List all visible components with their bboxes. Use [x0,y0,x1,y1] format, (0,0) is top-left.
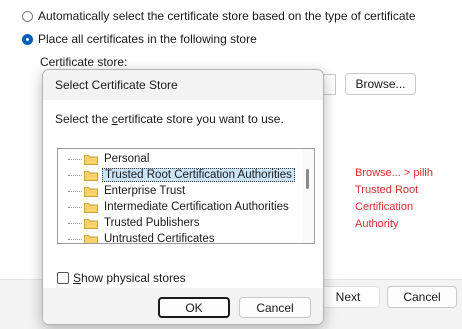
browse-button[interactable]: Browse... [345,73,416,95]
dialog-title: Select Certificate Store [55,78,178,92]
prompt-text-end: ertificate store you want to use. [117,112,284,126]
tree-connector [68,199,84,215]
folder-icon [84,170,98,181]
tree-item-enterprise-trust[interactable]: Enterprise Trust [58,183,308,199]
folder-icon [84,218,98,229]
place-all-option[interactable]: Place all certificates in the following … [22,31,257,47]
ok-button[interactable]: OK [158,297,230,318]
tree-item-label: Trusted Root Certification Authorities [102,168,295,182]
scrollbar-thumb[interactable] [306,169,309,189]
folder-icon [84,234,98,243]
tree-connector [68,183,84,199]
tree-item-label: Untrusted Certificates [104,233,215,244]
tree-connector [68,167,84,183]
place-all-radio[interactable] [22,33,33,45]
select-certificate-store-dialog: Select Certificate Store Select the cert… [42,69,324,325]
tree-connector [68,231,84,243]
place-all-label: Place all certificates in the following … [38,32,257,46]
tree-item-label: Personal [104,153,150,165]
tree-item-untrusted[interactable]: Untrusted Certificates [58,231,308,244]
tree-item-personal[interactable]: Personal [58,151,308,167]
annotation-note: Browse... > pilih Trusted Root Certifica… [355,167,433,230]
prompt-text-start: Select the [55,112,112,126]
dialog-cancel-button[interactable]: Cancel [239,297,311,318]
folder-icon [84,186,98,197]
tree-connector [68,215,84,231]
auto-select-option[interactable]: Automatically select the certificate sto… [22,8,416,24]
tree-item-trusted-root[interactable]: Trusted Root Certification Authorities [58,167,308,183]
checkbox-label: how physical stores [81,271,186,285]
tree-item-label: Intermediate Certification Authorities [104,201,289,213]
tree-item-intermediate[interactable]: Intermediate Certification Authorities [58,199,308,215]
certificate-store-tree[interactable]: Personal Trusted Root Certification Auth… [57,148,315,244]
dialog-titlebar[interactable]: Select Certificate Store [43,70,323,100]
certificate-store-label: Certificate store: [40,55,128,69]
auto-select-label: Automatically select the certificate sto… [38,9,416,23]
checkbox-access-key: S [73,271,82,285]
tree-item-label: Enterprise Trust [104,185,186,197]
tree-scrollbar[interactable] [302,149,314,243]
tree-item-label: Trusted Publishers [104,217,200,229]
folder-icon [84,202,98,213]
dialog-prompt: Select the certificate store you want to… [55,112,284,126]
next-button[interactable]: Next [316,286,380,308]
tree-connector [68,151,84,167]
tree-item-trusted-publishers[interactable]: Trusted Publishers [58,215,308,231]
show-physical-stores-checkbox[interactable] [57,272,69,284]
wizard-cancel-button[interactable]: Cancel [387,286,457,308]
auto-select-radio[interactable] [22,10,33,22]
show-physical-stores-option[interactable]: Show physical stores [57,271,186,285]
folder-icon [84,154,98,165]
